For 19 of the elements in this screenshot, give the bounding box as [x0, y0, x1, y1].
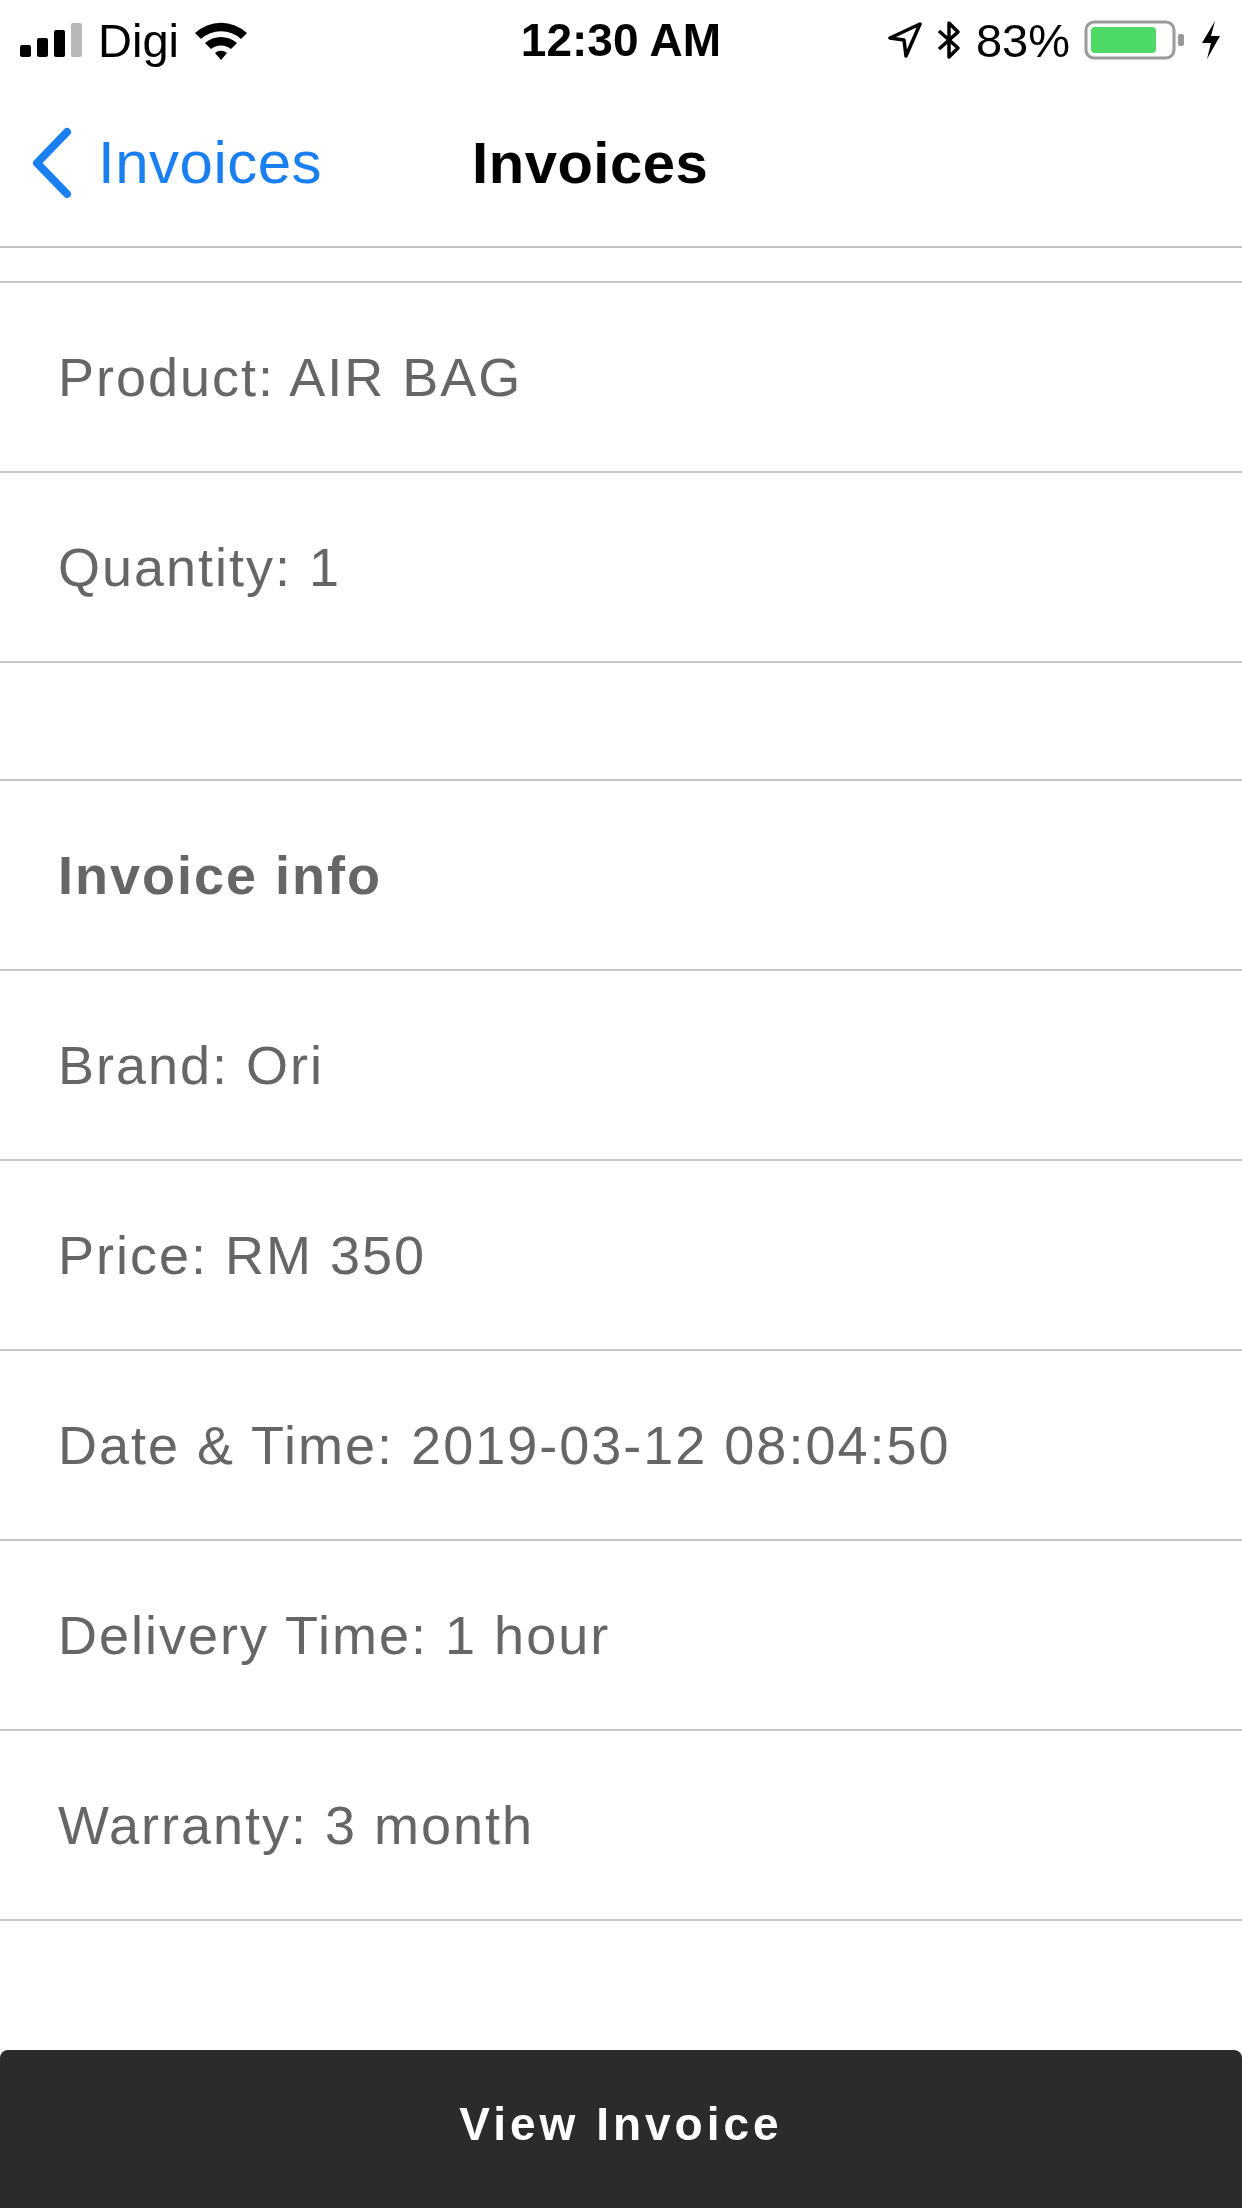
field-text: Warranty: 3 month [58, 1793, 535, 1857]
view-invoice-button[interactable]: View Invoice [0, 2050, 1242, 2208]
back-button[interactable]: Invoices [32, 127, 323, 199]
status-time: 12:30 AM [520, 17, 722, 63]
bluetooth-icon [935, 20, 962, 60]
signal-icon [20, 23, 84, 57]
field-text: Brand: Ori [58, 1033, 325, 1097]
section-header: Invoice info [58, 843, 383, 907]
field-text: Quantity: 1 [58, 535, 342, 599]
battery-icon [1084, 20, 1186, 60]
battery-percent: 83% [975, 16, 1070, 64]
back-chevron-icon [32, 127, 72, 199]
field-text: Price: RM 350 [58, 1223, 427, 1287]
field-text: Date & Time: 2019-03-12 08:04:50 [58, 1413, 951, 1477]
field-text: Delivery Time: 1 hour [58, 1603, 611, 1667]
field-text: Product: AIR BAG [58, 345, 523, 409]
nav-title: Invoices [472, 134, 709, 192]
charging-bolt-icon [1200, 21, 1222, 59]
location-arrow-icon [887, 22, 922, 58]
